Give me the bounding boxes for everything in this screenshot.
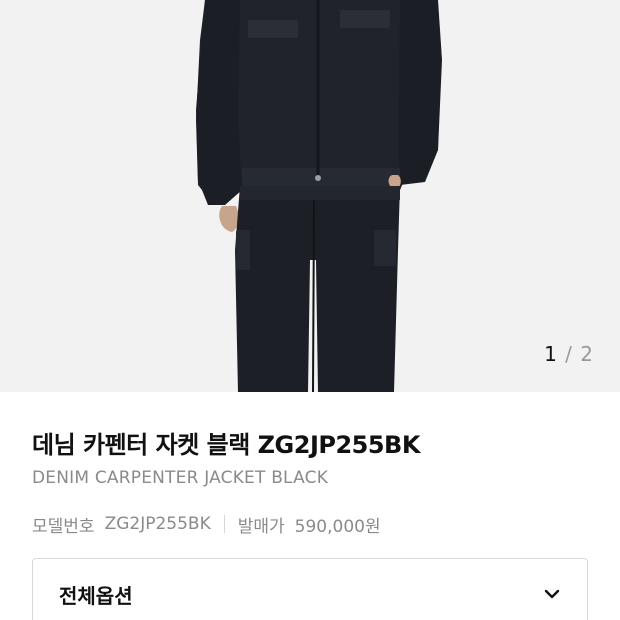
image-pager: 1 / 2 <box>544 342 594 366</box>
pager-separator: / <box>565 342 573 366</box>
model-number-label: 모델번호 <box>32 516 95 537</box>
product-image-gallery[interactable]: 1 / 2 <box>0 0 620 392</box>
pager-total: 2 <box>580 342 594 366</box>
release-price-label: 발매가 <box>237 516 285 537</box>
release-price-value: 590,000원 <box>294 516 381 537</box>
pager-current: 1 <box>544 342 558 366</box>
product-title: 데님 카펜터 자켓 블랙 ZG2JP255BK <box>32 431 420 459</box>
chevron-down-icon <box>543 585 561 603</box>
model-number-value: ZG2JP255BK <box>104 514 211 534</box>
all-options-label: 전체옵션 <box>59 583 133 608</box>
product-english-name: DENIM CARPENTER JACKET BLACK <box>32 468 329 488</box>
all-options-dropdown[interactable]: 전체옵션 <box>32 558 588 620</box>
product-meta: 모델번호 ZG2JP255BK 발매가 590,000원 <box>32 511 381 537</box>
product-photo <box>0 0 620 392</box>
meta-divider <box>223 515 225 533</box>
